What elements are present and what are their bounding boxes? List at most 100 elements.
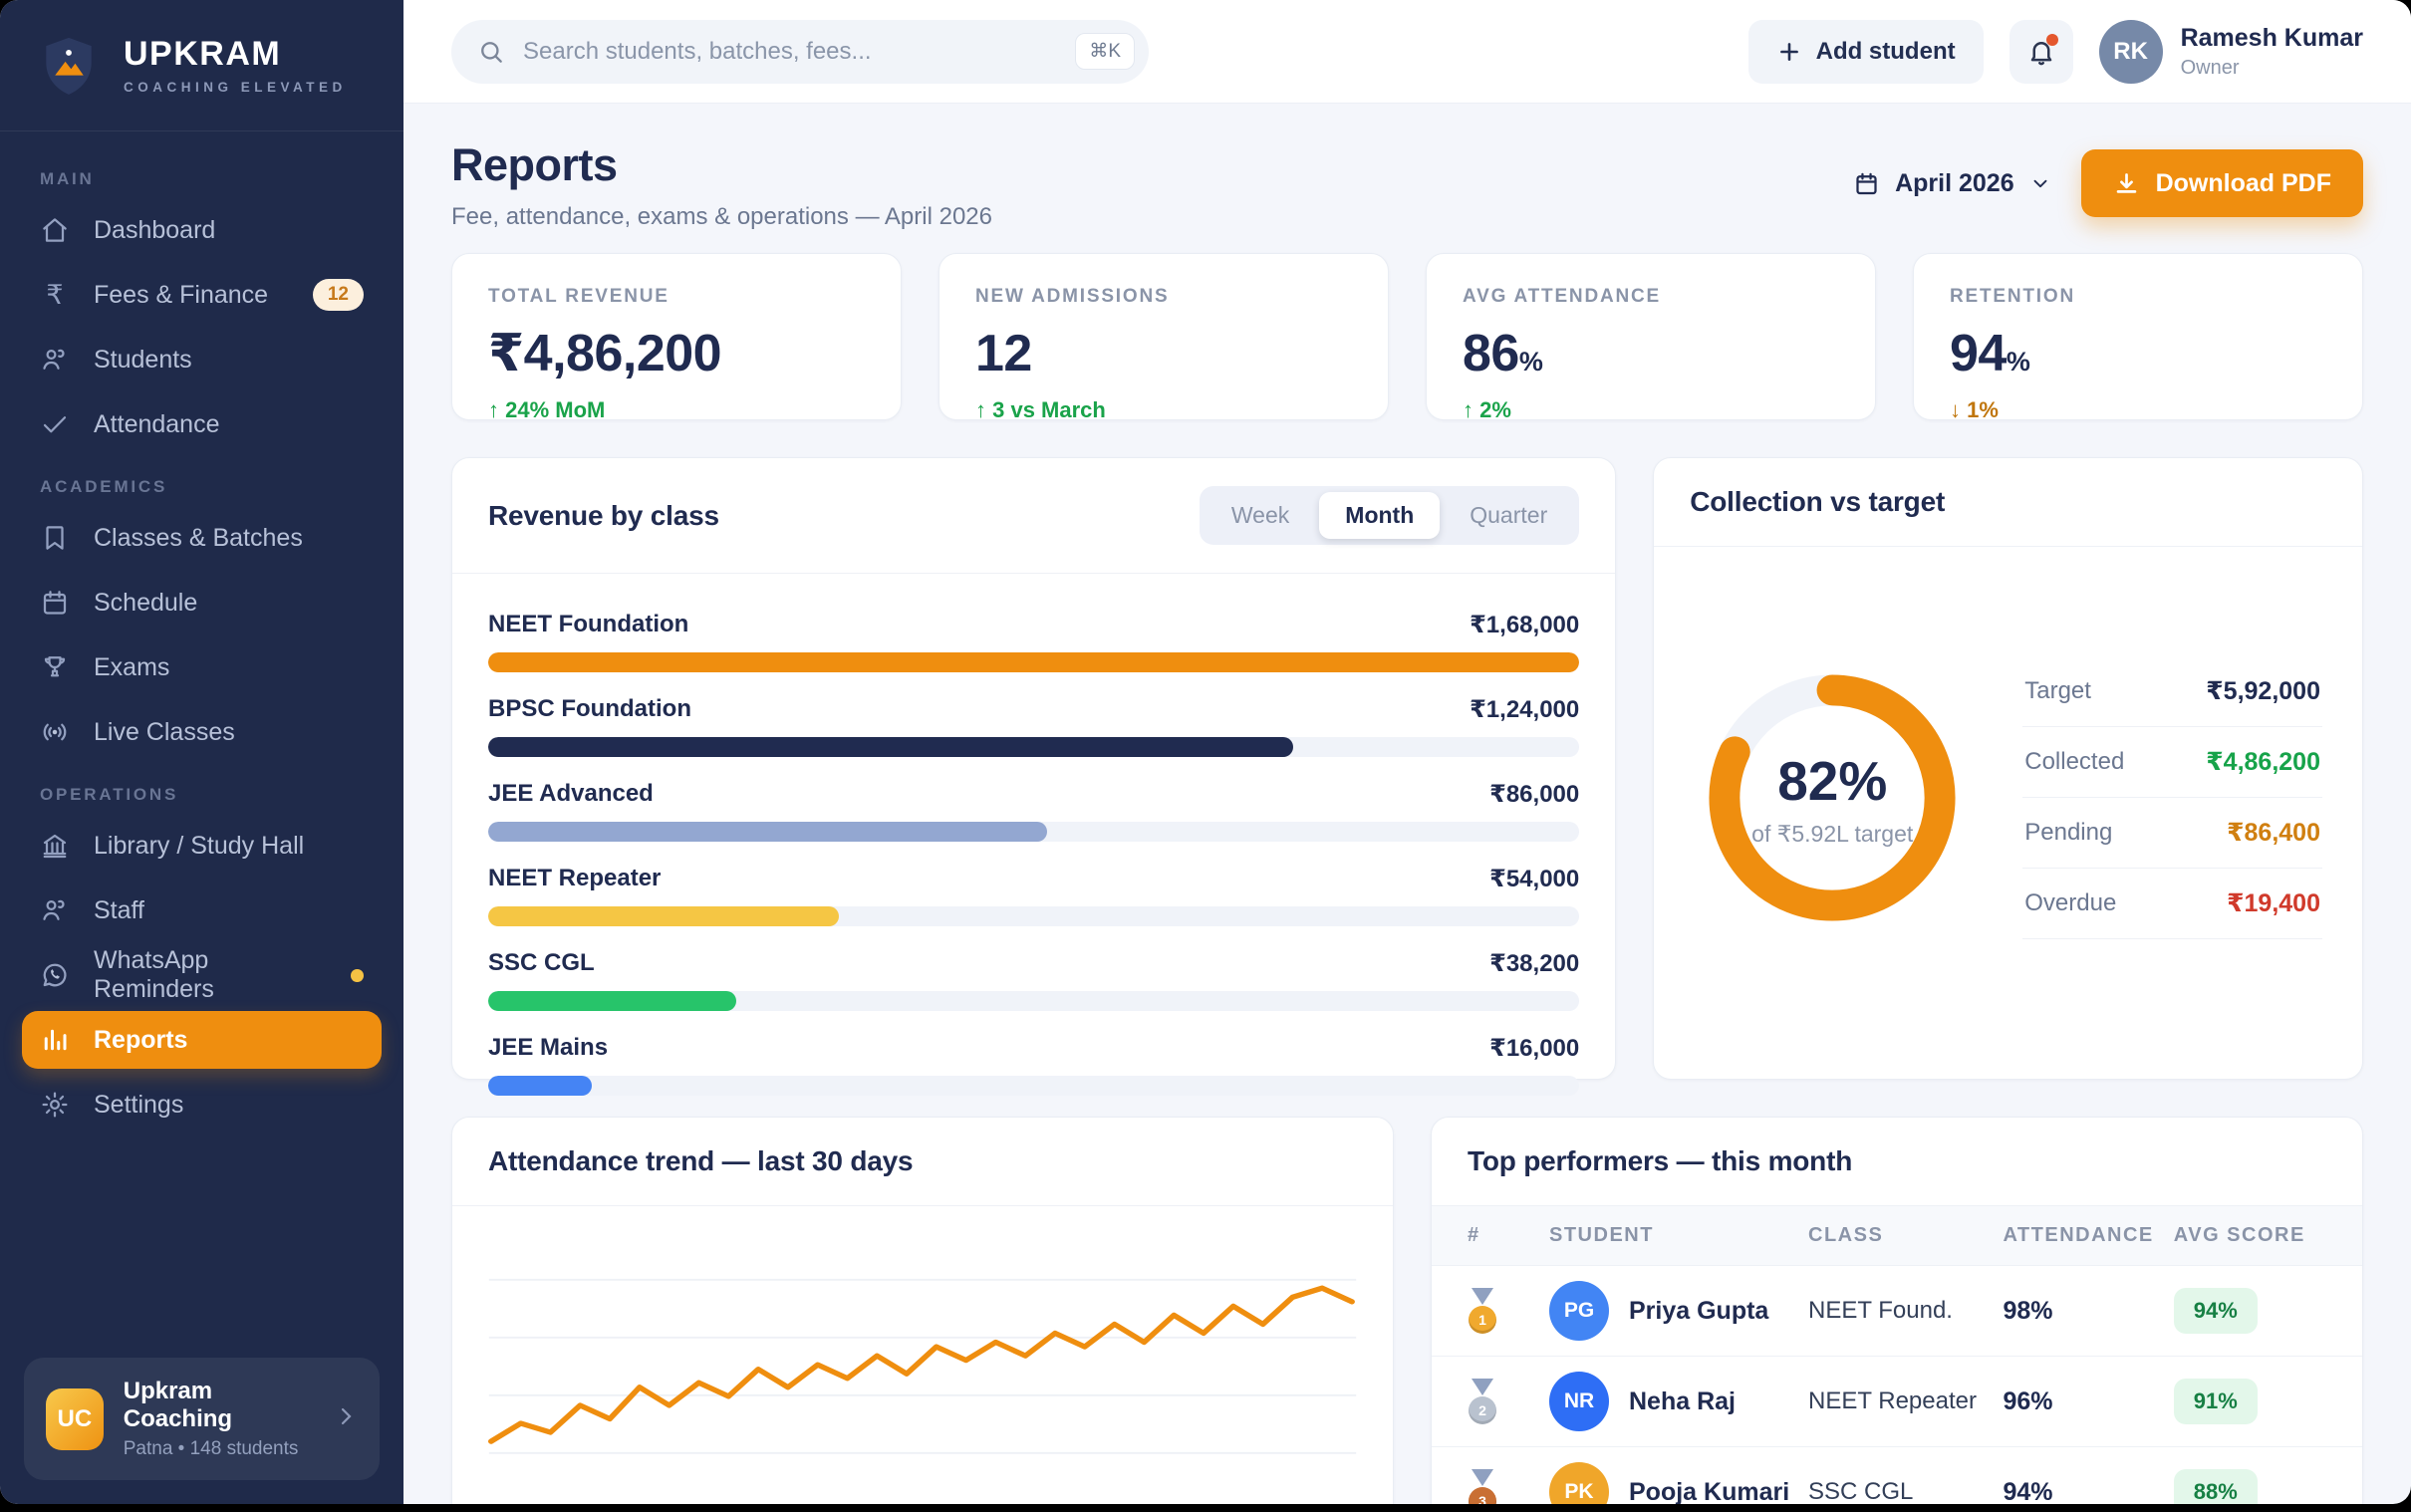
student-cell: PG Priya Gupta bbox=[1549, 1281, 1798, 1341]
bar-track bbox=[488, 822, 1579, 842]
sidebar-item-reports[interactable]: Reports bbox=[22, 1011, 382, 1069]
page-subtitle: Fee, attendance, exams & operations — Ap… bbox=[451, 203, 992, 231]
kpi-delta: ↑ 3 vs March bbox=[975, 397, 1352, 423]
global-search[interactable]: ⌘K bbox=[451, 20, 1149, 84]
brand-title: UPKRAM bbox=[124, 36, 347, 73]
student-cell: NR Neha Raj bbox=[1549, 1372, 1798, 1431]
performers-table-header: # STUDENT CLASS ATTENDANCE AVG SCORE bbox=[1432, 1206, 2362, 1266]
sidebar-item-staff[interactable]: Staff bbox=[22, 882, 382, 939]
revenue-row: SSC CGL₹38,200 bbox=[488, 949, 1579, 1011]
revenue-row: BPSC Foundation₹1,24,000 bbox=[488, 695, 1579, 757]
bar-track bbox=[488, 652, 1579, 672]
revenue-row: JEE Advanced₹86,000 bbox=[488, 780, 1579, 842]
add-student-label: Add student bbox=[1816, 38, 1956, 66]
class-amount: ₹38,200 bbox=[1489, 949, 1579, 978]
user-role: Owner bbox=[2181, 57, 2363, 80]
page-header-actions: April 2026 Download PDF bbox=[1853, 149, 2363, 217]
score-cell: 91% bbox=[2174, 1379, 2326, 1424]
sidebar-item-label: Students bbox=[94, 346, 192, 375]
tab-quarter[interactable]: Quarter bbox=[1444, 492, 1573, 539]
revenue-row: NEET Repeater₹54,000 bbox=[488, 865, 1579, 926]
kpi-new-admissions: NEW ADMISSIONS 12 ↑ 3 vs March bbox=[938, 253, 1389, 420]
notifications-button[interactable] bbox=[2009, 20, 2073, 84]
score-badge: 94% bbox=[2174, 1288, 2258, 1334]
rupee-icon: ₹ bbox=[40, 280, 70, 311]
page-title: Reports bbox=[451, 139, 992, 191]
calendar-icon bbox=[1853, 170, 1880, 197]
users-icon bbox=[40, 345, 70, 375]
sidebar-item-dashboard[interactable]: Dashboard bbox=[22, 201, 382, 259]
period-selector[interactable]: April 2026 bbox=[1853, 169, 2051, 198]
kpi-label: TOTAL REVENUE bbox=[488, 286, 865, 308]
donut-center: 82% of ₹5.92L target bbox=[1694, 659, 1971, 936]
collection-body: 82% of ₹5.92L target Target ₹5,92,000 Co… bbox=[1654, 547, 2362, 1079]
sidebar-item-schedule[interactable]: Schedule bbox=[22, 574, 382, 631]
sidebar-item-attendance[interactable]: Attendance bbox=[22, 395, 382, 453]
col-rank: # bbox=[1468, 1224, 1539, 1247]
performer-row[interactable]: 1 PG Priya Gupta NEET Found. 98% 94% bbox=[1432, 1266, 2362, 1357]
student-attendance: 94% bbox=[2003, 1478, 2163, 1505]
class-amount: ₹16,000 bbox=[1489, 1034, 1579, 1063]
org-name: Upkram Coaching bbox=[124, 1378, 314, 1433]
whatsapp-icon bbox=[40, 960, 70, 990]
sidebar-item-fees-finance[interactable]: ₹ Fees & Finance 12 bbox=[22, 266, 382, 324]
search-icon bbox=[477, 38, 505, 66]
kpi-value: 94% bbox=[1950, 324, 2326, 383]
tab-week[interactable]: Week bbox=[1206, 492, 1315, 539]
sidebar-item-label: Schedule bbox=[94, 589, 197, 618]
bar-fill bbox=[488, 652, 1579, 672]
download-pdf-label: Download PDF bbox=[2156, 169, 2331, 198]
org-switcher[interactable]: UC Upkram Coaching Patna • 148 students bbox=[24, 1358, 380, 1480]
class-label: JEE Advanced bbox=[488, 780, 654, 809]
topbar-actions: Add student RK Ramesh Kumar Owner bbox=[1748, 20, 2363, 84]
student-name: Priya Gupta bbox=[1629, 1297, 1768, 1326]
nav-section-operations: OPERATIONS bbox=[40, 785, 364, 805]
revenue-row: JEE Mains₹16,000 bbox=[488, 1034, 1579, 1096]
user-menu[interactable]: RK Ramesh Kumar Owner bbox=[2099, 20, 2363, 84]
bar-fill bbox=[488, 991, 736, 1011]
performers-card-title: Top performers — this month bbox=[1468, 1145, 1852, 1177]
tab-month[interactable]: Month bbox=[1319, 492, 1440, 539]
download-pdf-button[interactable]: Download PDF bbox=[2081, 149, 2363, 217]
sidebar-item-live-classes[interactable]: Live Classes bbox=[22, 703, 382, 761]
performer-row[interactable]: 2 NR Neha Raj NEET Repeater 96% 91% bbox=[1432, 1357, 2362, 1447]
sidebar-nav: MAIN Dashboard ₹ Fees & Finance 12 Stude… bbox=[0, 131, 403, 1334]
revenue-by-class-card: Revenue by class Week Month Quarter NEET… bbox=[451, 457, 1616, 1080]
sidebar-item-label: Dashboard bbox=[94, 216, 215, 245]
score-badge: 91% bbox=[2174, 1379, 2258, 1424]
kpi-delta: ↑ 24% MoM bbox=[488, 397, 865, 423]
trophy-icon bbox=[40, 652, 70, 682]
row-label: Pending bbox=[2024, 819, 2112, 847]
col-attendance: ATTENDANCE bbox=[2003, 1224, 2163, 1247]
sidebar-item-label: Settings bbox=[94, 1091, 183, 1120]
attendance-trend-card: Attendance trend — last 30 days 1 Apr bbox=[451, 1117, 1394, 1504]
col-avg-score: AVG SCORE bbox=[2174, 1224, 2326, 1247]
add-student-button[interactable]: Add student bbox=[1748, 20, 1984, 84]
plus-icon bbox=[1776, 39, 1802, 65]
col-class: CLASS bbox=[1808, 1224, 1993, 1247]
sidebar-item-exams[interactable]: Exams bbox=[22, 638, 382, 696]
notification-dot bbox=[2046, 34, 2058, 46]
user-info: Ramesh Kumar Owner bbox=[2181, 24, 2363, 80]
student-avatar: PK bbox=[1549, 1462, 1609, 1504]
broadcast-icon bbox=[40, 717, 70, 747]
sidebar-item-label: Reports bbox=[94, 1026, 187, 1055]
bar-fill bbox=[488, 822, 1047, 842]
student-class: SSC CGL bbox=[1808, 1478, 1993, 1504]
performer-row[interactable]: 3 PK Pooja Kumari SSC CGL 94% 88% bbox=[1432, 1447, 2362, 1504]
sidebar-item-students[interactable]: Students bbox=[22, 331, 382, 388]
bar-track bbox=[488, 737, 1579, 757]
kpi-total-revenue: TOTAL REVENUE ₹4,86,200 ↑ 24% MoM bbox=[451, 253, 902, 420]
row-label: Target bbox=[2024, 677, 2091, 705]
row-value: ₹19,400 bbox=[2227, 888, 2320, 918]
sidebar-item-settings[interactable]: Settings bbox=[22, 1076, 382, 1134]
check-icon bbox=[40, 409, 70, 439]
app-window: UPKRAM COACHING ELEVATED MAIN Dashboard … bbox=[0, 0, 2411, 1504]
users-icon bbox=[40, 895, 70, 925]
sidebar-item-library[interactable]: Library / Study Hall bbox=[22, 817, 382, 875]
search-input[interactable] bbox=[523, 38, 1057, 66]
sidebar-item-classes-batches[interactable]: Classes & Batches bbox=[22, 509, 382, 567]
top-performers-card: Top performers — this month # STUDENT CL… bbox=[1431, 1117, 2363, 1504]
bar-fill bbox=[488, 906, 839, 926]
sidebar-item-whatsapp-reminders[interactable]: WhatsApp Reminders bbox=[22, 946, 382, 1004]
